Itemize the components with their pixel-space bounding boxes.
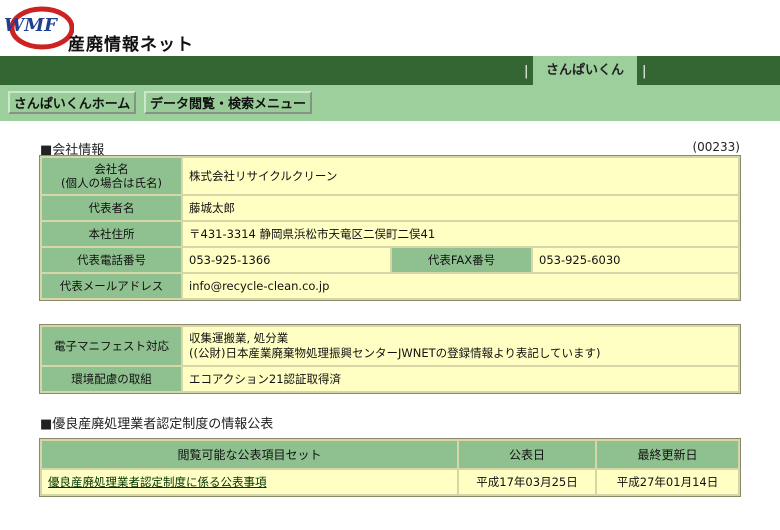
table-row: 代表電話番号 053-925-1366 代表FAX番号 053-925-6030	[42, 248, 738, 272]
top-nav-bar: | さんぱいくん |	[0, 56, 780, 85]
fax-value: 053-925-6030	[533, 248, 738, 272]
company-info-table: 会社名 (個人の場合は氏名) 株式会社リサイクルクリーン 代表者名 藤城太郎 本…	[39, 155, 741, 301]
environment-label: 環境配慮の取組	[42, 367, 181, 391]
address-label: 本社住所	[42, 222, 181, 246]
manifest-label: 電子マニフェスト対応	[42, 327, 181, 365]
company-code: (00233)	[692, 140, 740, 154]
address-value: 〒431-3314 静岡県浜松市天竜区二俣町二俣41	[183, 222, 738, 246]
table-row: 電子マニフェスト対応 収集運搬業, 処分業 ((公財)日本産業廃棄物処理振興セン…	[42, 327, 738, 365]
email-label: 代表メールアドレス	[42, 274, 181, 298]
tel-value: 053-925-1366	[183, 248, 390, 272]
table-row: 優良産廃処理業者認定制度に係る公表事項 平成17年03月25日 平成27年01月…	[42, 470, 738, 494]
fax-label: 代表FAX番号	[392, 248, 531, 272]
updated-date: 平成27年01月14日	[597, 470, 738, 494]
nav-bar: さんぱいくんホーム データ閲覧・検索メニュー	[0, 85, 780, 121]
representative-label: 代表者名	[42, 196, 181, 220]
table-row: 本社住所 〒431-3314 静岡県浜松市天竜区二俣町二俣41	[42, 222, 738, 246]
company-name-value: 株式会社リサイクルクリーン	[183, 158, 738, 194]
published-date: 平成17年03月25日	[459, 470, 595, 494]
col-header-published: 公表日	[459, 441, 595, 468]
logo-text: WMF	[4, 15, 58, 36]
table-row: 環境配慮の取組 エコアクション21認証取得済	[42, 367, 738, 391]
tab-separator: |	[642, 64, 647, 79]
table-row: 代表メールアドレス info@recycle-clean.co.jp	[42, 274, 738, 298]
manifest-value-line2: ((公財)日本産業廃棄物処理振興センターJWNETの登録情報より表記しています)	[189, 346, 601, 360]
disclosure-item-cell: 優良産廃処理業者認定制度に係る公表事項	[42, 470, 457, 494]
col-header-item-set: 閲覧可能な公表項目セット	[42, 441, 457, 468]
manifest-value: 収集運搬業, 処分業 ((公財)日本産業廃棄物処理振興センターJWNETの登録情…	[183, 327, 738, 365]
email-value: info@recycle-clean.co.jp	[183, 274, 738, 298]
data-search-menu-button[interactable]: データ閲覧・検索メニュー	[144, 91, 312, 114]
table-row: 代表者名 藤城太郎	[42, 196, 738, 220]
disclosure-table: 閲覧可能な公表項目セット 公表日 最終更新日 優良産廃処理業者認定制度に係る公表…	[39, 438, 741, 497]
tel-label: 代表電話番号	[42, 248, 181, 272]
wmf-logo: WMF	[4, 6, 74, 50]
disclosure-title: ■優良産廃処理業者認定制度の情報公表	[40, 417, 274, 432]
tab-sanpaikun[interactable]: さんぱいくん	[533, 56, 637, 85]
home-button[interactable]: さんぱいくんホーム	[8, 91, 136, 114]
representative-value: 藤城太郎	[183, 196, 738, 220]
tab-separator: |	[524, 64, 529, 79]
manifest-value-line1: 収集運搬業, 処分業	[189, 331, 289, 345]
manifest-table: 電子マニフェスト対応 収集運搬業, 処分業 ((公財)日本産業廃棄物処理振興セン…	[39, 324, 741, 394]
site-title: 産廃情報ネット	[68, 35, 194, 55]
site-header: WMF 産廃情報ネット	[0, 0, 780, 56]
col-header-updated: 最終更新日	[597, 441, 738, 468]
table-row: 会社名 (個人の場合は氏名) 株式会社リサイクルクリーン	[42, 158, 738, 194]
disclosure-item-link[interactable]: 優良産廃処理業者認定制度に係る公表事項	[48, 475, 267, 489]
table-header-row: 閲覧可能な公表項目セット 公表日 最終更新日	[42, 441, 738, 468]
company-name-label: 会社名 (個人の場合は氏名)	[42, 158, 181, 194]
environment-value: エコアクション21認証取得済	[183, 367, 738, 391]
